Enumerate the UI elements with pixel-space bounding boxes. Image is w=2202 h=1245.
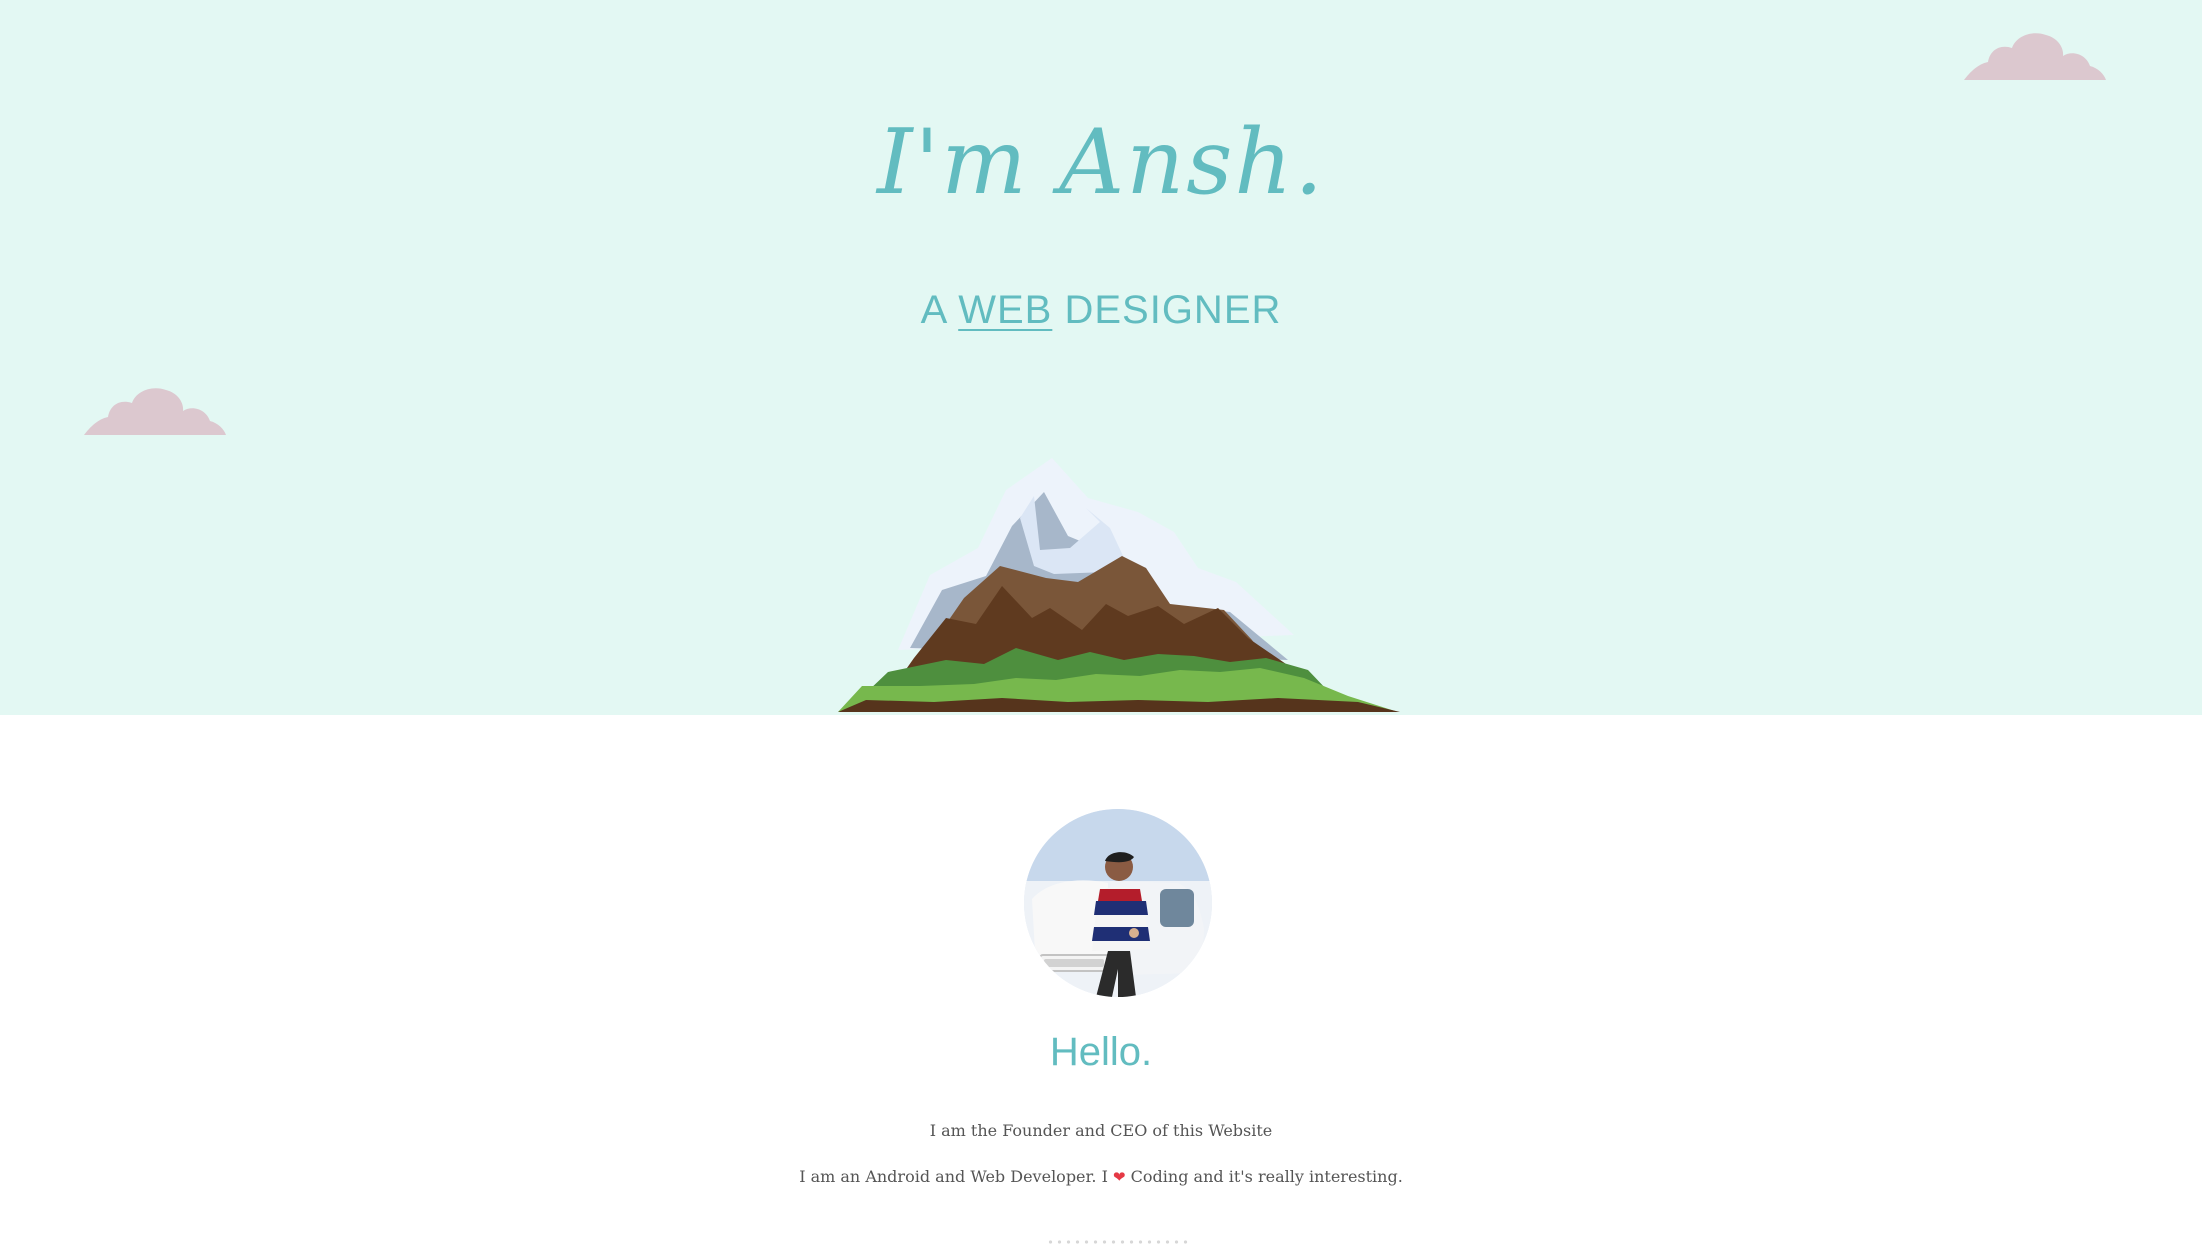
cloud-left: [84, 388, 226, 435]
cloud-top-right: [1964, 33, 2106, 80]
avatar: [1024, 809, 1212, 997]
bio-line-2-before: I am an Android and Web Developer. I: [799, 1167, 1108, 1186]
about-section: Hello. I am the Founder and CEO of this …: [0, 715, 2202, 1245]
subtitle-prefix: A: [920, 288, 947, 332]
bio-line-2: I am an Android and Web Developer. I ❤ C…: [0, 1167, 2202, 1186]
mountain-illustration: [838, 458, 1400, 712]
bio-line-1: I am the Founder and CEO of this Website: [929, 1121, 1273, 1140]
dotted-divider: [1046, 1240, 1190, 1244]
subtitle-suffix: DESIGNER: [1064, 288, 1282, 332]
bio-line-2-after: Coding and it's really interesting.: [1130, 1167, 1403, 1186]
heart-icon: ❤: [1113, 1168, 1126, 1186]
hero-subtitle: A WEB DESIGNER: [0, 290, 2202, 330]
hero-title: I'm Ansh.: [877, 110, 1325, 215]
hero-section: I'm Ansh. A WEB DESIGNER: [0, 0, 2202, 715]
hello-heading: Hello.: [1049, 1030, 1153, 1074]
subtitle-highlight: WEB: [958, 288, 1053, 332]
profile-photo: [1024, 809, 1212, 997]
